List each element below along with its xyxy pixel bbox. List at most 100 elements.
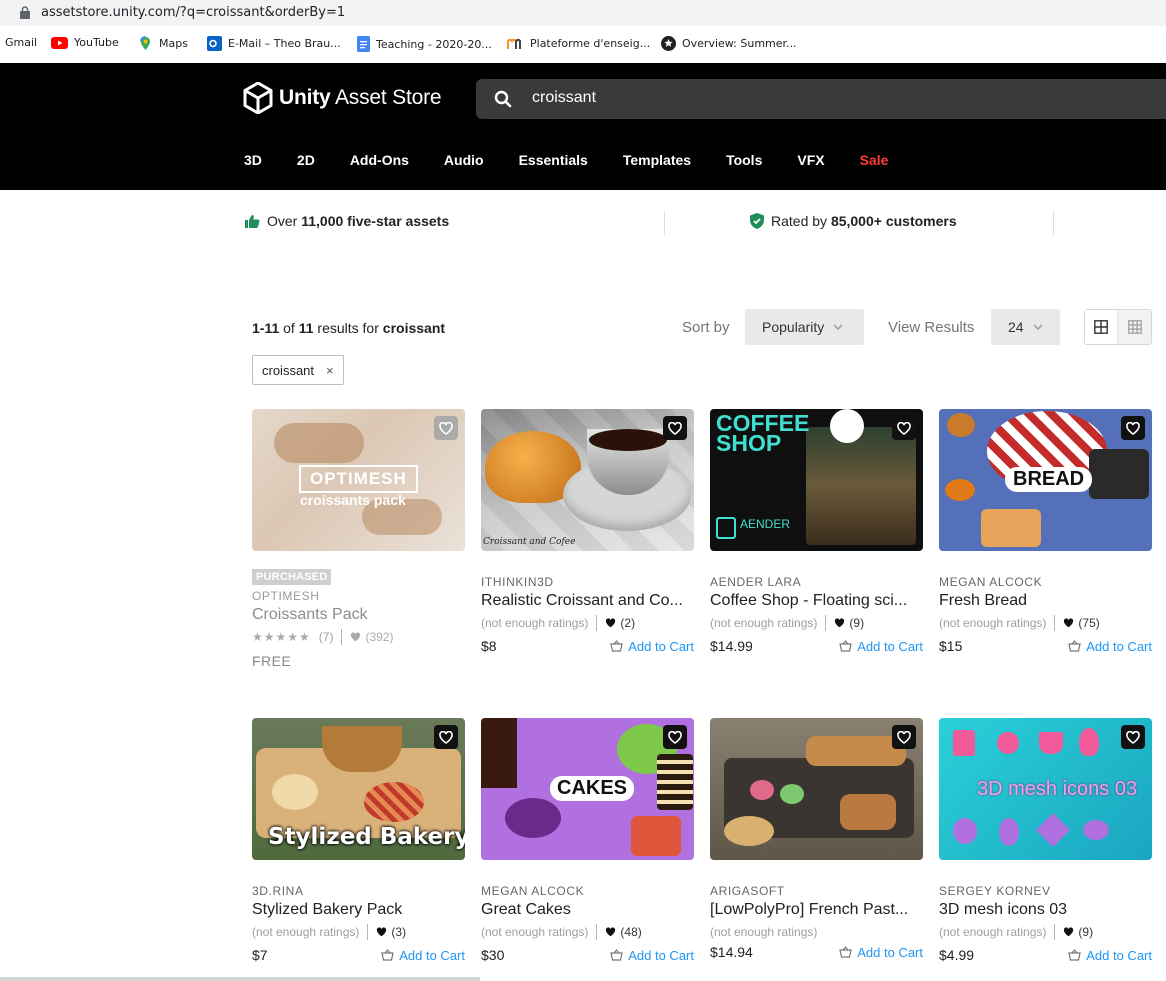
grid-small-icon — [1127, 320, 1142, 334]
unity-asset-store-logo[interactable]: Unity Asset Store — [243, 82, 442, 114]
nav-templates[interactable]: Templates — [623, 152, 691, 168]
bookmark-overview[interactable]: Overview: Summer... — [661, 36, 797, 51]
nav-add-ons[interactable]: Add-Ons — [350, 152, 409, 168]
bookmark-maps[interactable]: Maps — [138, 36, 188, 51]
publisher-name[interactable]: AENDER LARA — [710, 575, 923, 589]
product-thumbnail[interactable]: Stylized Bakery — [252, 718, 465, 860]
product-thumbnail[interactable]: BREAD — [939, 409, 1152, 551]
product-title[interactable]: Realistic Croissant and Co... — [481, 592, 694, 610]
bookmark-plateforme[interactable]: Plateforme d'enseig... — [507, 36, 650, 50]
bookmark-youtube[interactable]: YouTube — [51, 36, 119, 49]
add-to-cart-button[interactable]: Add to Cart — [1068, 948, 1152, 963]
pineapple-icon-shape — [999, 818, 1019, 846]
product-card[interactable]: BREAD MEGAN ALCOCK Fresh Bread (not enou… — [939, 409, 1152, 655]
product-card[interactable]: Stylized Bakery 3D.RINA Stylized Bakery … — [252, 718, 465, 964]
product-thumbnail[interactable]: OPTIMESH croissants pack — [252, 409, 465, 551]
leaf-icon-shape — [1036, 813, 1070, 847]
product-thumbnail[interactable]: COFFEE SHOP AENDER — [710, 409, 923, 551]
wishlist-button[interactable] — [1121, 725, 1145, 749]
bookmark-gmail[interactable]: Gmail — [5, 36, 37, 49]
view-results-dropdown[interactable]: 24 — [991, 309, 1060, 345]
product-thumbnail[interactable] — [710, 718, 923, 860]
product-thumbnail[interactable]: 3D mesh icons 03 — [939, 718, 1152, 860]
add-to-cart-label: Add to Cart — [1086, 947, 1152, 963]
nav-audio[interactable]: Audio — [444, 152, 484, 168]
favorite-count: (9) — [1078, 925, 1094, 939]
product-card[interactable]: CAKES MEGAN ALCOCK Great Cakes (not enou… — [481, 718, 694, 964]
wishlist-button[interactable] — [434, 725, 458, 749]
product-thumbnail[interactable]: Croissant and Cofee — [481, 409, 694, 551]
product-card[interactable]: ARIGASOFT [LowPolyPro] French Past... (n… — [710, 718, 923, 961]
filter-chip[interactable]: croissant × — [252, 355, 344, 385]
search-box[interactable]: croissant — [476, 79, 1166, 119]
product-title[interactable]: Croissants Pack — [252, 606, 465, 624]
heart-icon — [668, 730, 682, 744]
publisher-name[interactable]: ITHINKIN3D — [481, 575, 694, 589]
results-for: results for — [313, 320, 383, 336]
compact-grid-view-button[interactable] — [1118, 310, 1151, 344]
add-to-cart-button[interactable]: Add to Cart — [1068, 639, 1152, 654]
price: $14.99 — [710, 638, 753, 654]
cake-icon-shape — [953, 730, 975, 756]
wishlist-button[interactable] — [892, 416, 916, 440]
add-to-cart-button[interactable]: Add to Cart — [839, 945, 923, 960]
publisher-name[interactable]: SERGEY KORNEV — [939, 884, 1152, 898]
add-to-cart-button[interactable]: Add to Cart — [839, 639, 923, 654]
search-input[interactable]: croissant — [532, 89, 596, 107]
favorites: (3) — [376, 925, 406, 939]
url-text[interactable]: assetstore.unity.com/?q=croissant&orderB… — [41, 5, 345, 20]
publisher-name[interactable]: MEGAN ALCOCK — [939, 575, 1152, 589]
publisher-name[interactable]: ARIGASOFT — [710, 884, 923, 898]
heart-filled-icon — [377, 927, 387, 937]
cloud-icon-shape — [1083, 820, 1109, 840]
wishlist-button[interactable] — [663, 416, 687, 440]
price: $8 — [481, 638, 497, 654]
bookmark-label: Gmail — [5, 36, 38, 49]
product-meta: (not enough ratings) — [710, 924, 923, 940]
horizontal-scrollbar[interactable] — [0, 977, 480, 981]
product-title[interactable]: 3D mesh icons 03 — [939, 901, 1152, 919]
nav-vfx[interactable]: VFX — [797, 152, 824, 168]
bookmark-email[interactable]: E-Mail – Theo Brau... — [207, 36, 341, 51]
heart-filled-icon — [1064, 618, 1074, 628]
product-title[interactable]: [LowPolyPro] French Past... — [710, 901, 923, 919]
thumbnail-title: CAKES — [550, 776, 635, 801]
product-card[interactable]: Croissant and Cofee ITHINKIN3D Realistic… — [481, 409, 694, 655]
nav-2d[interactable]: 2D — [297, 152, 315, 168]
bookmark-label: YouTube — [74, 36, 119, 49]
product-title[interactable]: Stylized Bakery Pack — [252, 901, 465, 919]
publisher-name[interactable]: OPTIMESH — [252, 589, 465, 603]
outlook-icon — [207, 36, 222, 51]
product-title[interactable]: Great Cakes — [481, 901, 694, 919]
nav-3d[interactable]: 3D — [244, 152, 262, 168]
product-title[interactable]: Coffee Shop - Floating sci... — [710, 592, 923, 610]
bookmark-teaching[interactable]: Teaching - 2020-20... — [357, 36, 492, 52]
nav-tools[interactable]: Tools — [726, 152, 762, 168]
product-card[interactable]: OPTIMESH croissants pack PURCHASED OPTIM… — [252, 409, 465, 669]
grid-view-button[interactable] — [1085, 310, 1119, 344]
results-range: 1-11 — [252, 320, 280, 336]
nav-essentials[interactable]: Essentials — [519, 152, 588, 168]
add-to-cart-button[interactable]: Add to Cart — [610, 948, 694, 963]
heart-filled-icon — [1064, 927, 1074, 937]
product-card[interactable]: COFFEE SHOP AENDER AENDER LARA Coffee Sh… — [710, 409, 923, 655]
publisher-name[interactable]: MEGAN ALCOCK — [481, 884, 694, 898]
add-to-cart-button[interactable]: Add to Cart — [610, 639, 694, 654]
wishlist-button[interactable] — [434, 416, 458, 440]
close-icon[interactable]: × — [326, 363, 334, 378]
price: $15 — [939, 638, 963, 654]
sort-dropdown[interactable]: Popularity — [745, 309, 864, 345]
wishlist-button[interactable] — [1121, 416, 1145, 440]
cart-icon — [839, 640, 852, 652]
star-rating: ★★★★★ — [252, 630, 311, 644]
wishlist-button[interactable] — [892, 725, 916, 749]
nav-sale[interactable]: Sale — [860, 152, 889, 168]
add-to-cart-button[interactable]: Add to Cart — [381, 948, 465, 963]
product-title[interactable]: Fresh Bread — [939, 592, 1152, 610]
publisher-name[interactable]: 3D.RINA — [252, 884, 465, 898]
wishlist-button[interactable] — [663, 725, 687, 749]
sort-value: Popularity — [762, 319, 825, 335]
browser-address-bar[interactable]: assetstore.unity.com/?q=croissant&orderB… — [0, 0, 1166, 26]
product-card[interactable]: 3D mesh icons 03 SERGEY KORNEV 3D mesh i… — [939, 718, 1152, 964]
product-thumbnail[interactable]: CAKES — [481, 718, 694, 860]
